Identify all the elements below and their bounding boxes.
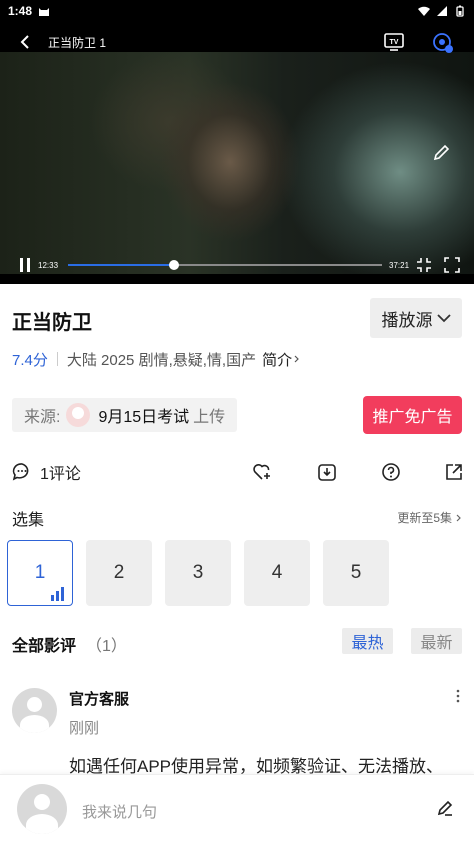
comment-count: 1评论	[40, 466, 81, 483]
exit-fullscreen-icon[interactable]	[416, 257, 432, 273]
from-label: 来源:	[24, 409, 61, 426]
avatar-head	[34, 794, 50, 810]
chevron-right-icon	[294, 355, 299, 363]
favorite-heart-icon[interactable]	[252, 462, 272, 482]
title-row: 正当防卫 播放源	[12, 298, 462, 338]
episode-item[interactable]: 1	[7, 540, 73, 606]
seek-bar-progress	[68, 264, 174, 266]
uploader-avatar	[66, 403, 91, 427]
review-item: 官方客服 刚刚 如遇任何APP使用异常，如频繁验证、无法播放、	[12, 686, 462, 776]
video-player[interactable]: 正当防卫 1 TV 12:33 37:21	[0, 22, 474, 284]
uploader-chip[interactable]: 来源: 9月15日考试 上传	[12, 398, 238, 432]
episode-number: 5	[350, 562, 362, 583]
play-source-button[interactable]: 播放源	[370, 298, 462, 338]
pen-icon[interactable]	[436, 799, 454, 817]
intro-link[interactable]: 简介	[262, 349, 300, 370]
comment-input[interactable]: 我来说几句	[82, 801, 157, 822]
svg-text:TV: TV	[390, 39, 399, 46]
help-icon[interactable]	[381, 462, 401, 482]
rating-score: 7.4分	[12, 351, 48, 369]
chevron-right-icon	[456, 514, 461, 521]
more-vertical-icon[interactable]	[454, 688, 462, 704]
movie-title: 正当防卫	[12, 312, 92, 334]
divider	[56, 352, 58, 366]
episode-number: 3	[192, 562, 204, 583]
sort-hot-button[interactable]: 最热	[342, 628, 393, 654]
current-time: 12:33	[38, 261, 59, 270]
cat-icon	[39, 8, 50, 16]
battery-icon	[456, 5, 464, 17]
share-settings-icon[interactable]	[432, 32, 454, 54]
back-button[interactable]	[0, 22, 50, 62]
status-bar: 1:48	[0, 0, 474, 22]
meta-row: 7.4分 大陆 2025 剧情,悬疑,情,国产 简介	[12, 348, 300, 370]
video-frame[interactable]	[0, 52, 474, 274]
seek-bar[interactable]	[68, 260, 382, 270]
review-author[interactable]: 官方客服	[69, 688, 129, 709]
tv-cast-icon[interactable]: TV	[384, 32, 404, 52]
playing-bars-icon	[51, 587, 64, 601]
download-icon[interactable]	[317, 462, 337, 482]
player-controls: 12:33 37:21	[0, 254, 474, 276]
wifi-icon	[418, 6, 430, 16]
back-icon	[20, 35, 29, 49]
play-source-label: 播放源	[381, 310, 433, 330]
status-time: 1:48	[8, 4, 33, 18]
avatar[interactable]	[12, 688, 57, 733]
fullscreen-icon[interactable]	[444, 257, 460, 273]
episode-title: 选集	[12, 512, 45, 529]
episode-update-text: 更新至5集	[397, 511, 452, 525]
episode-number: 2	[113, 562, 125, 583]
upload-suffix: 上传	[193, 409, 226, 426]
episode-header: 选集 更新至5集	[12, 504, 462, 529]
comment-button[interactable]: 1评论	[12, 460, 81, 484]
review-time: 刚刚	[69, 720, 100, 737]
sort-new-button[interactable]: 最新	[411, 628, 462, 654]
duration-time: 37:21	[389, 261, 410, 270]
episode-item[interactable]: 4	[244, 540, 310, 606]
edit-icon[interactable]	[432, 144, 450, 162]
episode-item[interactable]: 2	[86, 540, 152, 606]
reviews-header: 全部影评 （1） 最热 最新	[12, 628, 462, 656]
episode-list: 1 2 3 4 5	[7, 540, 389, 606]
avatar	[17, 784, 67, 834]
pause-icon[interactable]	[18, 258, 32, 272]
chevron-down-icon	[436, 314, 451, 323]
meta-info: 大陆 2025 剧情,悬疑,情,国产	[66, 351, 257, 369]
promo-no-ads-button[interactable]: 推广免广告	[363, 396, 462, 434]
signal-icon	[437, 6, 447, 16]
avatar-head	[27, 697, 42, 712]
comment-composer[interactable]: 我来说几句	[0, 774, 474, 843]
reviews-title-text: 全部影评	[12, 638, 77, 655]
episode-item[interactable]: 3	[165, 540, 231, 606]
avatar-body	[26, 814, 58, 834]
intro-label: 简介	[262, 351, 293, 369]
avatar-body	[20, 715, 49, 733]
episode-number: 4	[271, 562, 283, 583]
episode-number: 1	[34, 562, 46, 583]
share-icon[interactable]	[444, 462, 464, 482]
comment-icon	[12, 463, 29, 481]
reviews-count: （1）	[86, 638, 127, 655]
action-row: 1评论	[12, 458, 462, 486]
episode-item[interactable]: 5	[323, 540, 389, 606]
episode-update-link[interactable]: 更新至5集	[397, 509, 462, 526]
seek-thumb[interactable]	[168, 260, 179, 270]
reviews-title: 全部影评 （1）	[12, 632, 127, 656]
uploader-name: 9月15日考试	[98, 409, 190, 426]
video-title: 正当防卫 1	[48, 35, 107, 50]
